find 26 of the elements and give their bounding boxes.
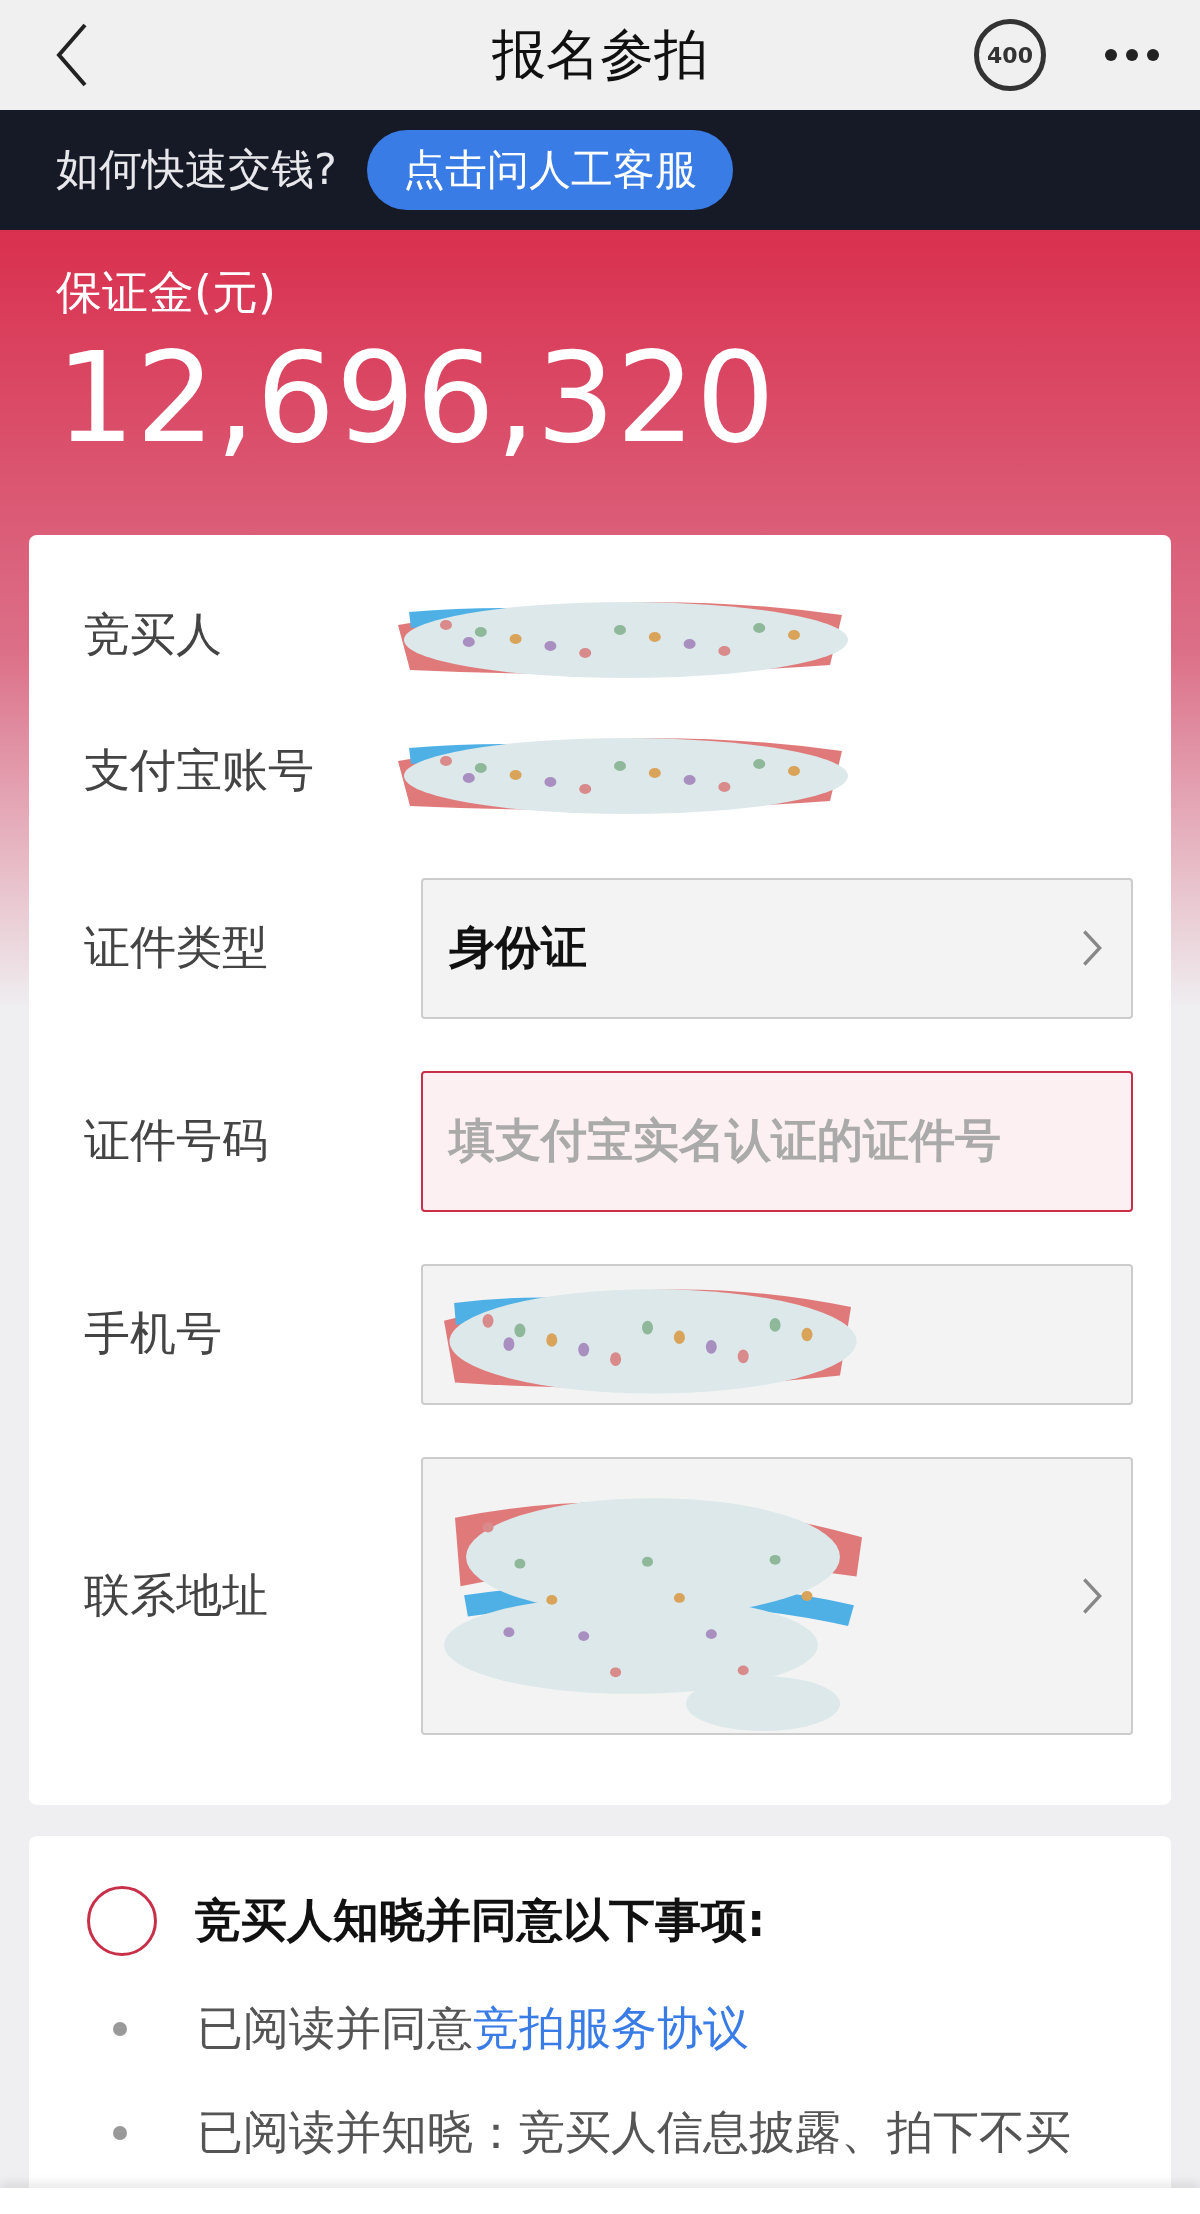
back-icon[interactable] — [55, 22, 89, 88]
bullet-icon — [113, 2021, 127, 2036]
input-field[interactable] — [421, 1263, 1133, 1405]
agreement-item: 已阅读并知晓：竞买人信息披露、拍下不买 — [197, 2104, 1071, 2162]
field-label: 支付宝账号 — [84, 741, 315, 799]
chevron-icon — [1081, 928, 1103, 969]
hotline-button[interactable]: 400 — [974, 19, 1046, 91]
input-field[interactable]: 填支付宝实名认证的证件号 — [421, 1070, 1133, 1212]
field-label: 证件号码 — [84, 1112, 269, 1170]
select-field[interactable] — [421, 1456, 1133, 1735]
chevron-icon — [1081, 1575, 1103, 1616]
help-question: 如何快速交钱? — [56, 143, 337, 196]
field-label: 竞买人 — [84, 605, 223, 663]
bullet-icon — [113, 2126, 127, 2141]
field-label: 手机号 — [84, 1305, 223, 1363]
deposit-amount: 12,696,320 — [55, 325, 776, 472]
agreement-item: 已阅读并同意竞拍服务协议 — [197, 1999, 749, 2057]
page-title: 报名参拍 — [492, 22, 708, 86]
more-icon[interactable] — [1104, 48, 1160, 62]
field-label: 联系地址 — [84, 1566, 269, 1624]
field-label: 证件类型 — [84, 919, 269, 977]
agreement-heading: 竞买人知晓并同意以下事项: — [195, 1891, 766, 1949]
agreement-link[interactable]: 竞拍服务协议 — [473, 2000, 749, 2055]
deposit-label: 保证金(元) — [55, 264, 276, 321]
customer-service-button[interactable]: 点击问人工客服 — [366, 130, 733, 210]
select-field[interactable]: 身份证 — [421, 877, 1133, 1019]
